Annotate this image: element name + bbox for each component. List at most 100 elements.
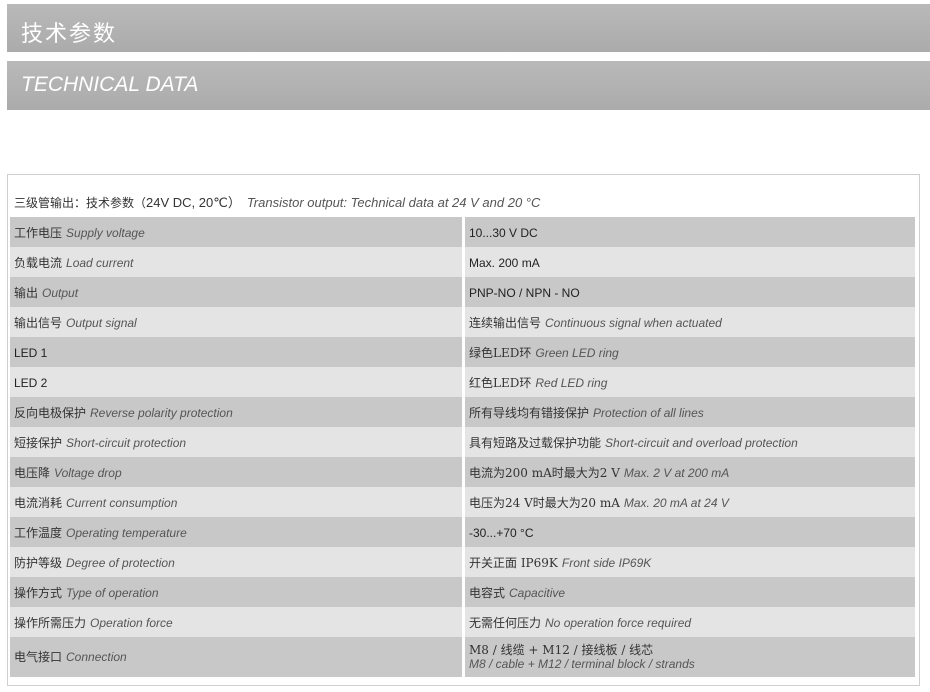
- row-value-en: Red LED ring: [535, 376, 608, 390]
- row-label-cell: 防护等级 Degree of protection: [10, 547, 462, 577]
- row-value-en: M8 / cable + M12 / terminal block / stra…: [469, 657, 695, 671]
- row-label-cn: 电流消耗: [14, 496, 63, 510]
- row-value-cell: PNP-NO / NPN - NO: [465, 277, 915, 307]
- row-label-cn: 操作所需压力: [14, 616, 87, 630]
- row-value-en: Continuous signal when actuated: [545, 316, 722, 330]
- row-label-en: Type of operation: [66, 586, 159, 600]
- row-label-cn: 输出: [14, 286, 39, 300]
- row-label-cell: 输出信号 Output signal: [10, 307, 462, 337]
- row-value-en: Capacitive: [509, 586, 566, 600]
- row-label-en: Operating temperature: [66, 526, 187, 540]
- page-title-en: TECHNICAL DATA: [21, 73, 199, 96]
- page-title-cn: 技术参数: [21, 22, 118, 47]
- table-row: 操作所需压力 Operation force 无需任何压力 No operation…: [10, 607, 917, 637]
- row-value-cell: 电压为24 V时最大为20 mA Max. 20 mA at 24 V: [465, 487, 915, 517]
- row-value: PNP-NO / NPN - NO: [469, 286, 580, 300]
- row-label-cell: 工作温度 Operating temperature: [10, 517, 462, 547]
- row-value: M8 / 线缆 + M12 / 接线板 / 线芯: [469, 643, 654, 657]
- row-label-cn: 工作温度: [14, 526, 63, 540]
- row-value: 连续输出信号: [469, 316, 542, 330]
- row-value-en: Green LED ring: [535, 346, 619, 360]
- table-row: 电气接口 Connection M8 / 线缆 + M12 / 接线板 / 线芯 M…: [10, 637, 917, 677]
- row-label-cell: 负载电流 Load current: [10, 247, 462, 277]
- row-value-cell: 绿色LED环 Green LED ring: [465, 337, 915, 367]
- row-label-en: Current consumption: [66, 496, 178, 510]
- row-label-cell: LED 2: [10, 367, 462, 397]
- row-value-cell: 具有短路及过载保护功能 Short-circuit and overload pr…: [465, 427, 915, 457]
- table-caption-mid: 24V DC, 20℃）: [146, 195, 241, 210]
- row-value: 红色LED环: [469, 376, 532, 390]
- table-row: 短接保护 Short-circuit protection 具有短路及过载保护功能…: [10, 427, 917, 457]
- table-row: LED 1 绿色LED环 Green LED ring: [10, 337, 917, 367]
- row-value-en: Short-circuit and overload protection: [605, 436, 798, 450]
- row-label-en: Reverse polarity protection: [90, 406, 233, 420]
- row-label-cell: 操作方式 Type of operation: [10, 577, 462, 607]
- row-value-en: No operation force required: [545, 616, 692, 630]
- row-label-cn: 操作方式: [14, 586, 63, 600]
- row-value: Max. 200 mA: [469, 256, 540, 270]
- row-label-en: Output signal: [66, 316, 137, 330]
- row-label-en: Output: [42, 286, 79, 300]
- row-label-cell: 电气接口 Connection: [10, 637, 462, 677]
- row-label-cell: LED 1: [10, 337, 462, 367]
- row-value: 无需任何压力: [469, 616, 542, 630]
- row-label-cn: 电气接口: [14, 650, 63, 664]
- table-row: 反向电极保护 Reverse polarity protection 所有导线均有…: [10, 397, 917, 427]
- row-value: 电容式: [469, 586, 506, 600]
- row-value: -30...+70 °C: [469, 526, 534, 540]
- row-value-en: Max. 20 mA at 24 V: [623, 496, 729, 510]
- row-label-en: Degree of protection: [66, 556, 175, 570]
- table-row: 电流消耗 Current consumption 电压为24 V时最大为20 mA…: [10, 487, 917, 517]
- row-label-en: Operation force: [90, 616, 173, 630]
- row-label-cell: 工作电压 Supply voltage: [10, 217, 462, 247]
- row-value-cell: 无需任何压力 No operation force required: [465, 607, 915, 637]
- row-label-cell: 电流消耗 Current consumption: [10, 487, 462, 517]
- row-value-cell: -30...+70 °C: [465, 517, 915, 547]
- row-value-en: Protection of all lines: [593, 406, 704, 420]
- header-en-band: TECHNICAL DATA: [7, 61, 930, 110]
- row-value: 绿色LED环: [469, 346, 532, 360]
- table-row: LED 2 红色LED环 Red LED ring: [10, 367, 917, 397]
- row-value-cell: 电流为200 mA时最大为2 V Max. 2 V at 200 mA: [465, 457, 915, 487]
- row-value-cell: M8 / 线缆 + M12 / 接线板 / 线芯 M8 / cable + M12…: [465, 637, 915, 677]
- row-label-cell: 反向电极保护 Reverse polarity protection: [10, 397, 462, 427]
- row-value-en: Front side IP69K: [561, 556, 652, 570]
- table-caption-en: Transistor output: Technical data at 24 …: [246, 195, 541, 210]
- table-row: 工作电压 Supply voltage 10...30 V DC: [10, 217, 917, 247]
- row-label-cn: 输出信号: [14, 316, 63, 330]
- row-label-cn: 防护等级: [14, 556, 63, 570]
- row-label-cn: 电压降: [14, 466, 51, 480]
- table-caption-cn: 三级管输出：技术参数（: [14, 196, 147, 210]
- row-value-cell: 10...30 V DC: [465, 217, 915, 247]
- table-row: 输出 Output PNP-NO / NPN - NO: [10, 277, 917, 307]
- row-value-cell: 开关正面 IP69K Front side IP69K: [465, 547, 915, 577]
- row-label-en: Supply voltage: [66, 226, 145, 240]
- row-label-cell: 操作所需压力 Operation force: [10, 607, 462, 637]
- row-label-en: Voltage drop: [54, 466, 122, 480]
- row-label-cell: 电压降 Voltage drop: [10, 457, 462, 487]
- table-row: 负载电流 Load current Max. 200 mA: [10, 247, 917, 277]
- row-value: 开关正面 IP69K: [469, 556, 558, 570]
- table-row: 工作温度 Operating temperature -30...+70 °C: [10, 517, 917, 547]
- row-value-cell: 电容式 Capacitive: [465, 577, 915, 607]
- row-label-cn: LED 2: [14, 376, 48, 390]
- row-value-cell: 红色LED环 Red LED ring: [465, 367, 915, 397]
- table-row: 防护等级 Degree of protection 开关正面 IP69K Front…: [10, 547, 917, 577]
- row-value-cell: Max. 200 mA: [465, 247, 915, 277]
- row-label-cn: 负载电流: [14, 256, 63, 270]
- table-caption: 三级管输出：技术参数（24V DC, 20℃） Transistor output…: [10, 177, 917, 217]
- row-value: 电压为24 V时最大为20 mA: [469, 496, 620, 510]
- row-label-cn: 反向电极保护: [14, 406, 87, 420]
- table-row: 输出信号 Output signal 连续输出信号 Continuous signa…: [10, 307, 917, 337]
- row-value: 10...30 V DC: [469, 226, 538, 240]
- row-value-en: Max. 2 V at 200 mA: [623, 466, 730, 480]
- row-label-cn: LED 1: [14, 346, 48, 360]
- row-value-cell: 连续输出信号 Continuous signal when actuated: [465, 307, 915, 337]
- row-label-cell: 输出 Output: [10, 277, 462, 307]
- header-cn-band: 技术参数: [7, 4, 930, 52]
- row-label-en: Connection: [66, 650, 127, 664]
- row-label-en: Load current: [66, 256, 134, 270]
- row-label-cn: 短接保护: [14, 436, 63, 450]
- row-label-cn: 工作电压: [14, 226, 63, 240]
- row-label-en: Short-circuit protection: [66, 436, 187, 450]
